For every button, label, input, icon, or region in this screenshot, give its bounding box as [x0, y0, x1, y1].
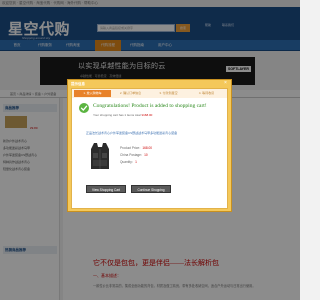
add-to-cart-dialog: 提示信息 × 1. 放入购物车 2. 确认订单信息 3. 付款到星空 4. 等待… — [67, 79, 232, 212]
close-icon[interactable]: × — [223, 81, 228, 86]
product-image-vest[interactable] — [88, 141, 112, 171]
step-confirm-order: 2. 确认订单信息 — [119, 91, 142, 95]
product-name-link[interactable]: 正品法长战术背心户外军迷装备CS野战战术马甲多功能迷彩背心装备 — [86, 131, 177, 135]
product-price-value: 168.00 — [142, 146, 153, 150]
product-price-label: Product Price： — [120, 146, 143, 150]
step-receive: 4. 等待收货 — [198, 91, 215, 95]
step-add-to-cart: 1. 放入购物车 — [74, 90, 111, 97]
product-quantity-row: Quantity：1 — [120, 159, 137, 164]
product-price-row: Product Price：168.00 — [120, 145, 152, 150]
product-quantity-label: Quantity： — [120, 160, 136, 164]
dialog-title: 提示信息 — [71, 82, 85, 86]
cart-summary-text: Your shopping cart has 1 items total — [93, 113, 141, 117]
product-freight-value: 10 — [144, 153, 148, 157]
step-payment: 3. 付款到星空 — [159, 91, 178, 95]
success-check-icon — [79, 103, 89, 113]
checkout-steps: 1. 放入购物车 2. 确认订单信息 3. 付款到星空 4. 等待收货 — [72, 89, 227, 98]
view-cart-button[interactable]: View Shopping Cart — [86, 185, 126, 193]
cart-total-amount: ¥168.00 — [141, 113, 153, 117]
continue-shopping-button[interactable]: Continue Shopping — [131, 185, 171, 193]
product-quantity-value: 1 — [135, 160, 137, 164]
cart-summary: Your shopping cart has 1 items total ¥16… — [93, 113, 152, 117]
product-freight-label: China Postage： — [120, 153, 145, 157]
dialog-body: 1. 放入购物车 2. 确认订单信息 3. 付款到星空 4. 等待收货 Cong… — [71, 88, 228, 209]
product-freight-row: China Postage：10 — [120, 152, 148, 157]
success-message: Congratulations! Product is added to sho… — [93, 103, 207, 109]
